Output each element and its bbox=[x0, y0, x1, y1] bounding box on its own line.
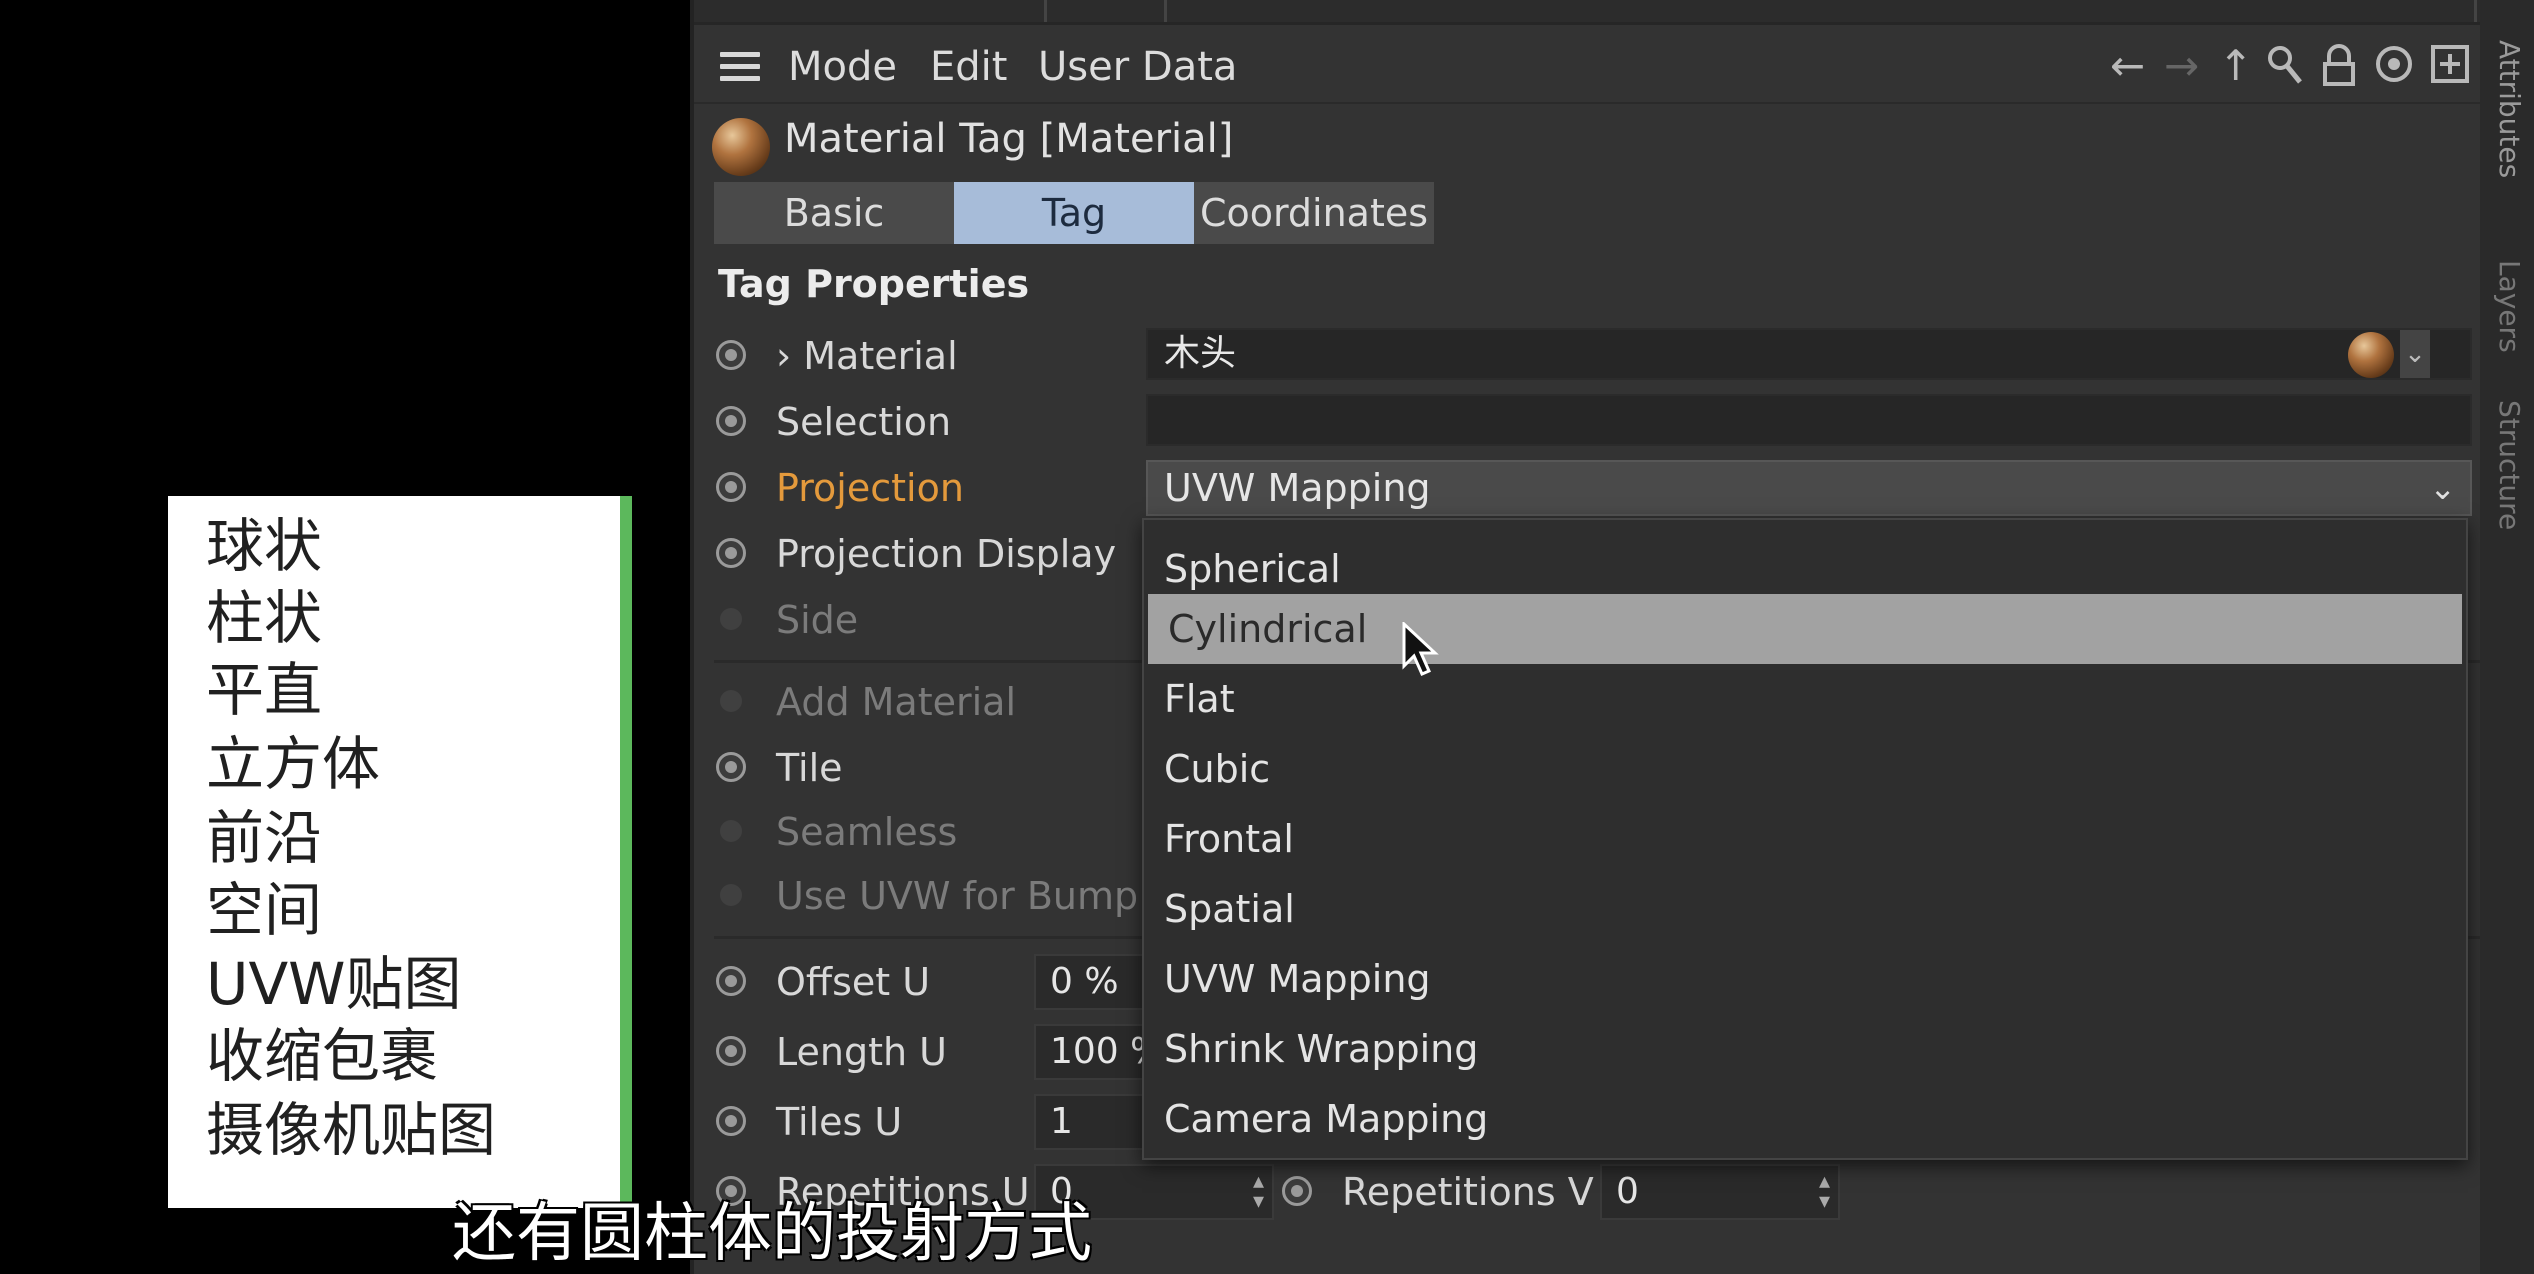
property-row-selection: Selection ......... bbox=[694, 394, 2484, 454]
property-label: Offset U bbox=[776, 960, 931, 1004]
option-camera-mapping[interactable]: Camera Mapping bbox=[1144, 1084, 2466, 1154]
top-strip bbox=[694, 0, 2484, 25]
animate-toggle[interactable] bbox=[716, 752, 746, 782]
animate-toggle[interactable] bbox=[716, 472, 746, 502]
animate-toggle[interactable] bbox=[720, 608, 742, 630]
top-strip-divider bbox=[1044, 0, 1047, 22]
animate-toggle[interactable] bbox=[720, 820, 742, 842]
side-tab-structure[interactable]: Structure bbox=[2486, 400, 2526, 530]
property-label: Tiles U bbox=[776, 1100, 903, 1144]
legend-item: 摄像机贴图 bbox=[206, 1096, 497, 1164]
projection-dropdown-list: Spherical Cylindrical Flat Cubic Frontal… bbox=[1142, 518, 2468, 1160]
animate-toggle[interactable] bbox=[716, 966, 746, 996]
animate-toggle[interactable] bbox=[1282, 1176, 1312, 1206]
label-dots: ............... bbox=[864, 612, 1088, 632]
animate-toggle[interactable] bbox=[720, 690, 742, 712]
label-dots: ......... bbox=[962, 824, 1097, 844]
material-preview-icon bbox=[2348, 332, 2394, 378]
property-label: Use UVW for Bump bbox=[776, 874, 1139, 918]
chevron-down-icon: ⌄ bbox=[2429, 469, 2456, 507]
label-dots: ...... bbox=[1014, 694, 1104, 714]
option-flat[interactable]: Flat bbox=[1144, 664, 2466, 734]
target-icon[interactable] bbox=[2374, 44, 2414, 92]
property-label: › Material bbox=[776, 334, 958, 378]
label-dots: ......... bbox=[972, 348, 1107, 368]
mouse-cursor-icon bbox=[1402, 622, 1439, 676]
animate-toggle[interactable] bbox=[716, 538, 746, 568]
translation-legend-card: 球状 柱状 平直 立方体 前沿 空间 UVW贴图 收缩包裹 摄像机贴图 bbox=[168, 496, 632, 1208]
legend-item: 平直 bbox=[206, 656, 323, 724]
label-dots: .... bbox=[944, 1044, 1004, 1064]
property-label: Add Material bbox=[776, 680, 1017, 724]
label-dots: ......... bbox=[972, 480, 1107, 500]
material-name: 木头 bbox=[1164, 333, 1237, 374]
selection-field[interactable] bbox=[1146, 394, 2472, 446]
property-label: Tile bbox=[776, 746, 843, 790]
legend-item: 前沿 bbox=[206, 804, 323, 872]
material-link-field[interactable]: 木头 ⌄ bbox=[1146, 328, 2472, 380]
option-cylindrical[interactable]: Cylindrical bbox=[1148, 594, 2462, 664]
label-dots: ................ bbox=[842, 760, 1081, 780]
animate-toggle[interactable] bbox=[716, 1036, 746, 1066]
legend-item: UVW贴图 bbox=[206, 950, 462, 1018]
option-frontal[interactable]: Frontal bbox=[1144, 804, 2466, 874]
option-spatial[interactable]: Spatial bbox=[1144, 874, 2466, 944]
label-dots: ......... bbox=[966, 414, 1101, 434]
property-row-material: › Material ......... 木头 ⌄ ↖ bbox=[694, 328, 2528, 388]
tab-basic[interactable]: Basic bbox=[714, 182, 954, 244]
animate-toggle[interactable] bbox=[720, 884, 742, 906]
legend-item: 空间 bbox=[206, 876, 323, 944]
chevron-down-icon[interactable]: ⌄ bbox=[2400, 330, 2430, 378]
menu-bar: Mode Edit User Data ← → ↑ bbox=[694, 32, 2484, 104]
arrow-up-icon[interactable]: ↑ bbox=[2218, 44, 2253, 88]
legend-item: 立方体 bbox=[206, 730, 381, 798]
property-label: Projection bbox=[776, 466, 964, 510]
search-icon[interactable] bbox=[2266, 44, 2304, 94]
projection-select[interactable]: UVW Mapping ⌄ bbox=[1146, 460, 2472, 516]
property-label: Projection Display bbox=[776, 532, 1117, 576]
label-dots: ..... bbox=[930, 974, 1005, 994]
lock-icon[interactable] bbox=[2320, 44, 2358, 96]
property-label: Side bbox=[776, 598, 859, 642]
repetitions-v-field[interactable]: 0 ▴ ▾ bbox=[1600, 1164, 1840, 1220]
legend-item: 球状 bbox=[206, 512, 323, 580]
property-label: Length U bbox=[776, 1030, 947, 1074]
option-shrink-wrapping[interactable]: Shrink Wrapping bbox=[1144, 1014, 2466, 1084]
menu-edit[interactable]: Edit bbox=[930, 44, 1007, 90]
repetitions-v-value: 0 bbox=[1616, 1171, 1639, 1212]
spinner-arrows-icon[interactable]: ▴ ▾ bbox=[1819, 1171, 1830, 1213]
property-label: Seamless bbox=[776, 810, 958, 854]
object-title-row: Material Tag [Material] bbox=[694, 110, 2484, 180]
animate-toggle[interactable] bbox=[716, 406, 746, 436]
tab-coordinates[interactable]: Coordinates bbox=[1194, 182, 1434, 244]
property-row-projection: Projection ......... UVW Mapping ⌄ bbox=[694, 460, 2484, 520]
spinner-arrows-icon[interactable]: ▴ ▾ bbox=[1253, 1171, 1264, 1213]
side-tab-bar: Attributes Layers Structure bbox=[2480, 0, 2534, 1274]
label-dots: ....... bbox=[908, 1114, 1013, 1134]
object-title: Material Tag [Material] bbox=[784, 116, 1234, 162]
projection-value: UVW Mapping bbox=[1164, 466, 1431, 510]
hamburger-menu-icon[interactable] bbox=[720, 52, 760, 82]
option-cubic[interactable]: Cubic bbox=[1144, 734, 2466, 804]
top-strip-divider bbox=[1164, 0, 1167, 22]
section-title: Tag Properties bbox=[718, 262, 1030, 306]
material-sphere-icon bbox=[712, 118, 770, 176]
add-icon[interactable] bbox=[2430, 44, 2470, 92]
arrow-right-icon[interactable]: → bbox=[2164, 44, 2199, 88]
property-label: Repetitions V bbox=[1342, 1170, 1594, 1214]
top-strip-divider bbox=[2474, 0, 2477, 22]
animate-toggle[interactable] bbox=[716, 1106, 746, 1136]
video-subtitle: 还有圆柱体的投射方式 bbox=[452, 1197, 1092, 1271]
legend-item: 柱状 bbox=[206, 584, 323, 652]
property-label: Selection bbox=[776, 400, 952, 444]
legend-item: 收缩包裹 bbox=[206, 1022, 439, 1090]
side-tab-layers[interactable]: Layers bbox=[2486, 260, 2526, 353]
option-uvw-mapping[interactable]: UVW Mapping bbox=[1144, 944, 2466, 1014]
menu-user-data[interactable]: User Data bbox=[1038, 44, 1237, 90]
animate-toggle[interactable] bbox=[716, 340, 746, 370]
side-tab-attributes[interactable]: Attributes bbox=[2486, 40, 2526, 178]
menu-mode[interactable]: Mode bbox=[788, 44, 897, 90]
tab-tag[interactable]: Tag bbox=[954, 182, 1194, 244]
arrow-left-icon[interactable]: ← bbox=[2110, 44, 2145, 88]
